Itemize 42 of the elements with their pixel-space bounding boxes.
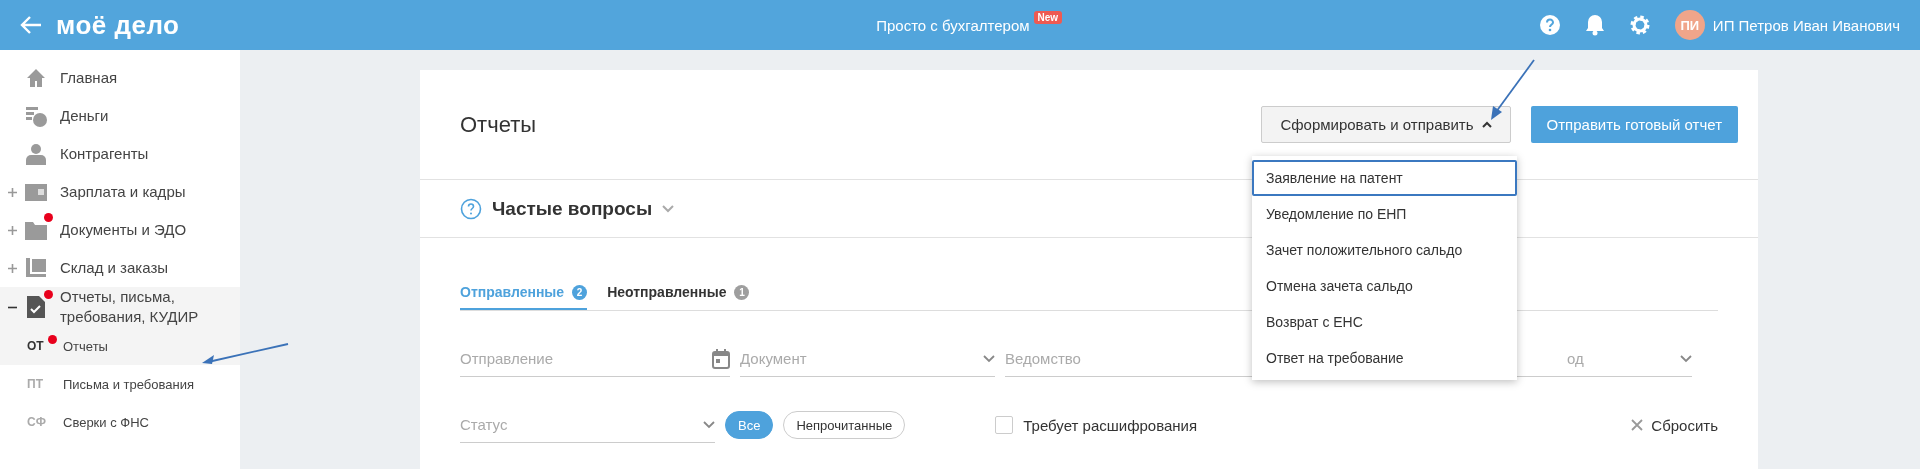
submenu-item[interactable]: ПТ Письма и требования <box>0 365 240 403</box>
plus-icon <box>8 264 17 273</box>
menu-item[interactable]: Уведомление по ЕНП <box>1252 196 1517 232</box>
form-and-send-button[interactable]: Сформировать и отправить <box>1261 106 1511 143</box>
menu-item[interactable]: Возврат с ЕНС <box>1252 304 1517 340</box>
sidebar-item[interactable]: Отчеты, письма, требования, КУДИР <box>0 287 240 327</box>
checkbox[interactable] <box>995 416 1014 434</box>
menu-item[interactable]: Заявление на патент <box>1252 160 1517 196</box>
sidebar-item[interactable]: Контрагенты <box>0 135 240 173</box>
page-title: Отчеты <box>460 111 538 138</box>
chevron-down-icon <box>703 420 715 429</box>
chevron-up-icon <box>1481 121 1492 128</box>
sidebar-item[interactable]: Деньги <box>0 97 240 135</box>
chevron-down-icon <box>662 204 675 213</box>
count-badge: 1 <box>734 284 750 300</box>
sidebar-item[interactable]: Главная <box>0 59 240 97</box>
submenu-item[interactable]: ОТ Отчеты <box>0 327 240 365</box>
settings-icon[interactable] <box>1628 14 1651 36</box>
sidebar-item[interactable]: Документы и ЭДО <box>0 211 240 249</box>
back-arrow-icon[interactable] <box>20 15 42 35</box>
filter-chip[interactable]: Непрочитанные <box>783 411 906 439</box>
tab[interactable]: Неотправленные 1 <box>607 278 750 310</box>
sidebar-item[interactable]: Зарплата и кадры <box>0 173 240 211</box>
person-icon <box>24 142 48 166</box>
plus-icon <box>8 188 17 197</box>
bell-icon[interactable] <box>1584 14 1605 36</box>
close-icon <box>1631 419 1644 431</box>
sidebar-item[interactable]: Склад и заказы <box>0 249 240 287</box>
submenu-item[interactable]: СФ Сверки с ФНС <box>0 403 240 441</box>
reset-button[interactable]: Сбросить <box>1631 416 1718 434</box>
help-icon[interactable] <box>1538 14 1561 36</box>
chevron-down-icon <box>983 354 995 363</box>
document-check-icon <box>24 295 48 319</box>
menu-item[interactable]: Отмена зачета сальдо <box>1252 268 1517 304</box>
coin-stack-icon <box>24 104 48 128</box>
count-badge: 2 <box>572 284 588 300</box>
checkbox-label: Требует расшифрования <box>1023 416 1199 434</box>
chevron-down-icon <box>1680 354 1692 363</box>
calendar-icon <box>712 348 730 369</box>
new-badge: New <box>1033 10 1063 24</box>
plus-icon <box>8 226 17 235</box>
help-icon <box>460 197 482 220</box>
